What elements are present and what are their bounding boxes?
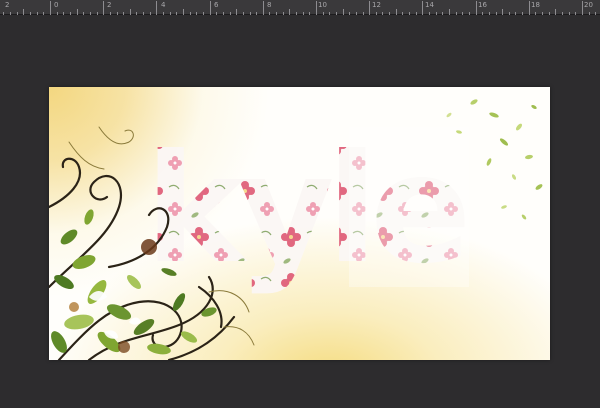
ruler-label: 20 bbox=[584, 1, 593, 9]
ruler-label: 4 bbox=[161, 1, 166, 9]
ruler-label: 12 bbox=[372, 1, 381, 9]
ruler-label: 8 bbox=[267, 1, 272, 9]
ruler-label: 14 bbox=[425, 1, 434, 9]
ruler-marks bbox=[0, 0, 600, 15]
ruler-label: 0 bbox=[54, 1, 59, 9]
artwork: kyle bbox=[49, 99, 543, 360]
artboard[interactable]: kyle bbox=[49, 87, 550, 360]
horizontal-ruler: 2 0 2 4 6 8 10 12 14 16 18 20 bbox=[0, 0, 600, 15]
title-fade bbox=[349, 127, 469, 287]
ruler-label: 16 bbox=[478, 1, 487, 9]
ruler-label: 6 bbox=[214, 1, 219, 9]
ruler-label: 10 bbox=[318, 1, 327, 9]
ruler-label: 2 bbox=[107, 1, 112, 9]
ruler-label: 2 bbox=[5, 1, 10, 9]
ruler-ticks bbox=[3, 1, 596, 15]
ruler-label: 18 bbox=[531, 1, 540, 9]
